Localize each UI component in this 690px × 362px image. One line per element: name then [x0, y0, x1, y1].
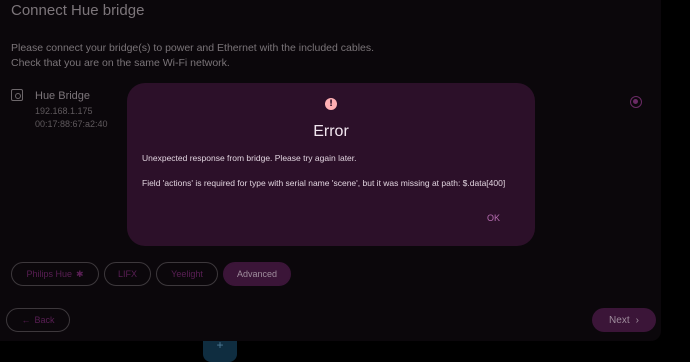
bridge-mac: 00:17:88:67:a2:40 — [35, 119, 108, 129]
instructions: Please connect your bridge(s) to power a… — [11, 41, 374, 71]
bridge-select-radio[interactable] — [630, 96, 642, 108]
next-label: Next — [609, 314, 630, 326]
page-title: Connect Hue bridge — [11, 2, 145, 19]
chip-label: Philips Hue — [26, 269, 72, 279]
next-button[interactable]: Next › — [592, 308, 656, 332]
dialog-title: Error — [313, 123, 349, 140]
plus-icon: + — [216, 338, 224, 352]
error-dialog: ! Error Unexpected response from bridge.… — [127, 83, 535, 246]
instruction-line-1: Please connect your bridge(s) to power a… — [11, 42, 375, 54]
bridge-icon — [11, 89, 23, 101]
chip-yeelight[interactable]: Yeelight — [156, 262, 218, 286]
dialog-message-line-2: Field 'actions' is required for type wit… — [142, 178, 506, 188]
ok-button[interactable]: OK — [487, 213, 500, 223]
chip-advanced[interactable]: Advanced — [223, 262, 291, 286]
chip-philips-hue[interactable]: Philips Hue ✱ — [11, 262, 99, 286]
chevron-right-icon: › — [635, 314, 639, 326]
chip-lifx[interactable]: LIFX — [104, 262, 151, 286]
dialog-message-line-1: Unexpected response from bridge. Please … — [142, 153, 357, 163]
error-icon: ! — [325, 98, 337, 110]
instruction-line-2: Check that you are on the same Wi-Fi net… — [11, 57, 230, 69]
screen: Connect Hue bridge Please connect your b… — [0, 0, 690, 362]
arrow-left-icon: ← — [21, 315, 31, 325]
bluetooth-icon: ✱ — [75, 268, 84, 279]
add-fab-button[interactable]: + — [203, 338, 237, 362]
chip-label: Yeelight — [171, 269, 203, 279]
chip-label: LIFX — [117, 269, 137, 279]
back-label: Back — [34, 315, 55, 325]
chip-label: Advanced — [236, 269, 278, 279]
bridge-ip: 192.168.1.175 — [35, 106, 93, 116]
bridge-name: Hue Bridge — [35, 90, 91, 102]
back-button[interactable]: ← Back — [6, 308, 70, 332]
